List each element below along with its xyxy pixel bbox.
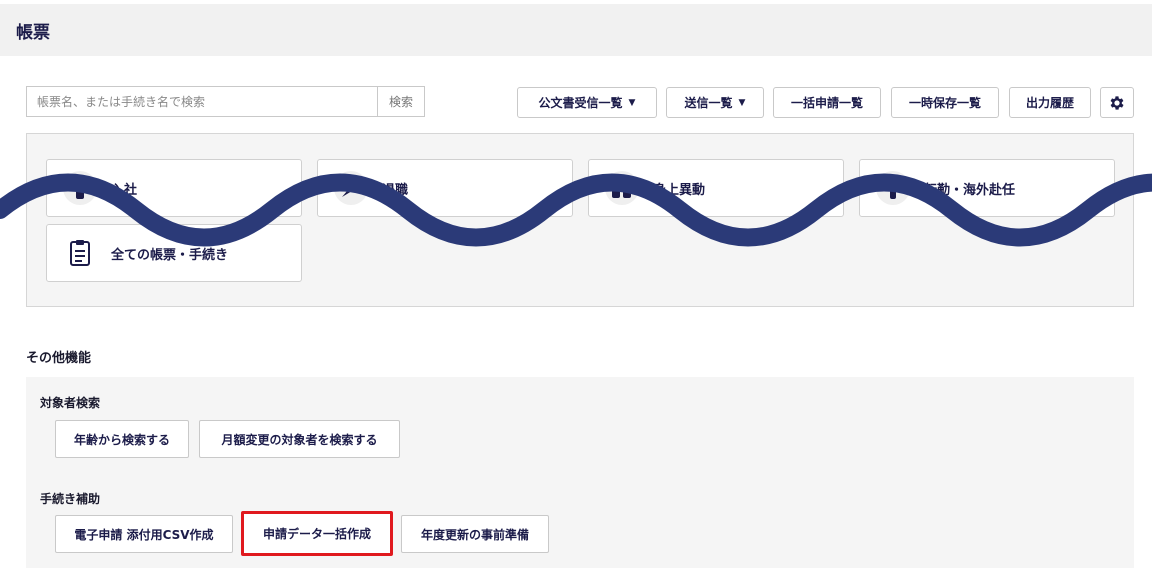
page-header: 帳票: [0, 4, 1152, 56]
gear-icon: [1110, 95, 1124, 110]
family-icon: [605, 171, 639, 205]
bulk-application-list-button[interactable]: 一括申請一覧: [773, 87, 881, 118]
tile-all-forms[interactable]: 全ての帳票・手続き: [46, 224, 302, 282]
e-application-csv-button[interactable]: 電子申請 添付用CSV作成: [55, 515, 233, 553]
search-by-age-button[interactable]: 年齢から検索する: [55, 420, 189, 458]
tile-personal-change[interactable]: 身上異動: [588, 159, 844, 217]
forms-panel: 入社 退職 身上異動 転勤・海外赴任 全ての帳票・手続き: [26, 133, 1134, 307]
official-docs-received-label: 公文書受信一覧: [538, 96, 623, 110]
tile-label: 全ての帳票・手続き: [111, 247, 229, 263]
tile-label: 身上異動: [653, 182, 706, 198]
tile-label: 退職: [382, 182, 409, 198]
search-bar: 検索: [26, 86, 425, 117]
other-functions-title: その他機能: [26, 351, 92, 366]
page-title: 帳票: [16, 22, 50, 43]
tile-label: 転勤・海外赴任: [924, 182, 1016, 198]
tile-retirement[interactable]: 退職: [317, 159, 573, 217]
person-icon: [63, 171, 97, 205]
group-label-procedure-assist: 手続き補助: [40, 492, 101, 506]
temp-saved-list-button[interactable]: 一時保存一覧: [891, 87, 999, 118]
traveler-icon: [876, 171, 910, 205]
output-history-button[interactable]: 出力履歴: [1009, 87, 1091, 118]
bulk-application-data-button[interactable]: 申請データ一括作成: [241, 511, 393, 556]
bouquet-icon: [334, 171, 368, 205]
sent-list-button[interactable]: 送信一覧 ▼: [666, 87, 764, 118]
search-monthly-change-button[interactable]: 月額変更の対象者を検索する: [199, 420, 400, 458]
search-input[interactable]: [26, 86, 377, 117]
other-functions-panel: 対象者検索 年齢から検索する 月額変更の対象者を検索する 手続き補助 電子申請 …: [26, 377, 1134, 568]
document-icon: [63, 236, 97, 270]
tile-new-hire[interactable]: 入社: [46, 159, 302, 217]
annual-update-prep-button[interactable]: 年度更新の事前準備: [401, 515, 549, 553]
caret-down-icon: ▼: [738, 97, 746, 108]
tile-label: 入社: [111, 182, 138, 198]
sent-list-label: 送信一覧: [684, 96, 733, 110]
official-docs-received-button[interactable]: 公文書受信一覧 ▼: [517, 87, 657, 118]
caret-down-icon: ▼: [628, 97, 636, 108]
settings-button[interactable]: [1100, 87, 1134, 118]
group-label-target-search: 対象者検索: [40, 396, 101, 410]
tile-transfer-overseas[interactable]: 転勤・海外赴任: [859, 159, 1115, 217]
search-button[interactable]: 検索: [377, 86, 425, 117]
